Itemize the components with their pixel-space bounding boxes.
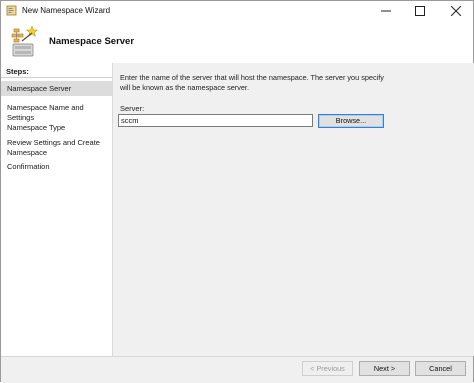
maximize-button[interactable] — [405, 1, 435, 21]
previous-button[interactable]: < Previous — [302, 361, 353, 376]
step-namespace-name-and-settings[interactable]: Namespace Name and Settings — [1, 102, 112, 122]
wizard-header: Namespace Server — [1, 21, 473, 64]
main-content: Enter the name of the server that will h… — [112, 63, 474, 356]
close-icon — [451, 6, 461, 16]
server-input[interactable] — [118, 114, 313, 127]
close-button[interactable] — [441, 1, 471, 21]
step-confirmation[interactable]: Confirmation — [1, 161, 112, 173]
minimize-icon — [381, 10, 391, 12]
namespace-wizard-icon — [11, 25, 39, 57]
server-label: Server: — [120, 104, 145, 113]
steps-heading: Steps: — [1, 66, 112, 78]
app-icon — [6, 5, 17, 16]
next-button[interactable]: Next > — [359, 361, 410, 376]
instruction-text: Enter the name of the server that will h… — [120, 73, 384, 92]
step-review-settings[interactable]: Review Settings and Create Namespace — [1, 137, 112, 159]
minimize-button[interactable] — [371, 1, 401, 21]
step-namespace-server[interactable]: Namespace Server — [1, 81, 112, 96]
cancel-button[interactable]: Cancel — [415, 361, 466, 376]
wizard-footer: < Previous Next > Cancel — [1, 356, 473, 383]
page-title: Namespace Server — [49, 36, 135, 47]
wizard-window: New Namespace Wizard Namespace Server St… — [0, 0, 474, 383]
title-bar[interactable]: New Namespace Wizard — [1, 1, 473, 21]
step-namespace-type[interactable]: Namespace Type — [1, 122, 112, 136]
window-title: New Namespace Wizard — [22, 6, 111, 15]
maximize-icon — [415, 6, 425, 16]
browse-button[interactable]: Browse... — [318, 114, 384, 128]
steps-pane: Steps: Namespace Server Namespace Name a… — [1, 63, 112, 356]
